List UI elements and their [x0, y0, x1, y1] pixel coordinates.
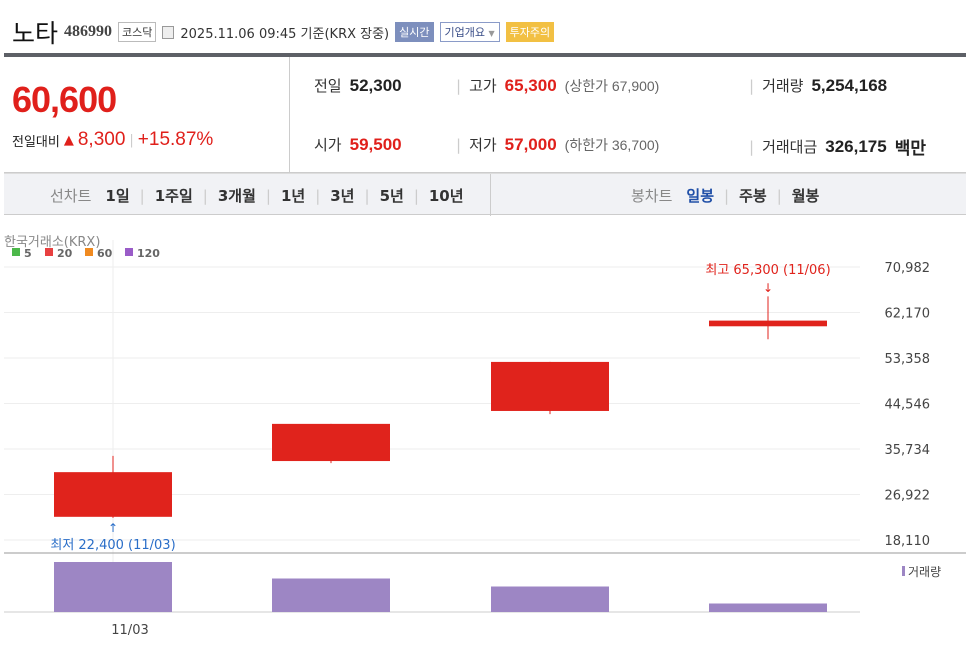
volume-bar: [709, 603, 827, 612]
tab-line-6[interactable]: 10년: [429, 185, 464, 206]
legend-swatch: [12, 248, 20, 256]
y-tick-label: 53,358: [885, 352, 931, 367]
y-tick-label: 18,110: [885, 534, 931, 549]
open-label: 시가: [314, 136, 342, 154]
max-arrow-icon: ↓: [763, 281, 773, 295]
tab-line-4[interactable]: 3년: [330, 185, 354, 206]
min-arrow-icon: ↑: [108, 521, 118, 535]
y-tick-label: 70,982: [885, 261, 931, 276]
tab-candle-1[interactable]: 주봉: [739, 185, 767, 206]
upper-limit: (상한가 67,900): [564, 77, 660, 94]
company-label: 기업개요: [444, 26, 485, 39]
min-price-label: 최저 22,400 (11/03): [50, 538, 175, 553]
prev-value: 52,300: [349, 75, 402, 95]
source-label: 한국거래소(KRX): [4, 235, 100, 250]
volume-bar: [54, 562, 172, 612]
company-overview-dropdown[interactable]: 기업개요 ▼: [439, 22, 500, 42]
volume-bar: [491, 586, 609, 612]
legend-swatch: [125, 248, 133, 256]
volume-legend-swatch: [902, 566, 905, 576]
amount-label: 거래대금: [762, 138, 818, 156]
tab-line-1[interactable]: 1주일: [155, 185, 193, 206]
stock-header: 노타 486990 코스닥 2025.11.06 09:45 기준(KRX 장중…: [12, 14, 555, 50]
datetime: 2025.11.06 09:45 기준(KRX 장중): [180, 26, 390, 42]
high-label: 고가: [469, 77, 497, 95]
legend-swatch: [45, 248, 53, 256]
realtime-button[interactable]: 실시간: [395, 22, 434, 42]
legend-label: 20: [57, 247, 73, 260]
quote-panel: 60,600 전일대비 ▲ 8,300 | +15.87% 전일 52,300 시가 59,…: [4, 53, 966, 173]
candle-body: [709, 320, 827, 327]
open-value: 59,500: [349, 134, 402, 154]
tab-line-3[interactable]: 1년: [281, 185, 305, 206]
stock-name: 노타: [12, 19, 59, 48]
candle-chart-label: 봉차트: [631, 187, 673, 205]
change-pct: +15.87%: [137, 129, 214, 150]
tab-line-2[interactable]: 3개월: [218, 185, 256, 206]
chevron-down-icon: ▼: [488, 29, 495, 38]
legend-label: 60: [97, 247, 113, 260]
legend-label: 120: [137, 247, 160, 260]
low-value: 57,000: [504, 134, 557, 154]
volume-bar: [272, 578, 390, 612]
y-tick-label: 44,546: [885, 398, 931, 413]
y-tick-label: 26,922: [885, 489, 931, 504]
y-tick-label: 35,734: [885, 443, 931, 458]
x-tick-label: 11/03: [111, 623, 148, 638]
low-label: 저가: [469, 136, 497, 154]
tab-line-0[interactable]: 1일: [105, 185, 129, 206]
lower-limit: (하한가 36,700): [564, 136, 660, 153]
amount-unit: 백만: [894, 139, 926, 158]
tab-candle-2[interactable]: 월봉: [792, 185, 820, 206]
volume-legend-label: 거래량: [908, 565, 941, 579]
legend-label: 5: [24, 247, 32, 260]
chart-tabs: 선차트 1일 | 1주일 | 3개월 | 1년 | 3년 | 5년 | 10년 봉차트 일봉 | 주봉 | 월봉: [4, 173, 966, 216]
tab-line-5[interactable]: 5년: [380, 185, 404, 206]
change-label: 전일대비: [12, 134, 60, 150]
prev-label: 전일: [314, 77, 342, 95]
volume-value: 5,254,168: [811, 75, 888, 95]
market-badge: 코스닥: [118, 22, 157, 42]
current-price: 60,600: [12, 79, 117, 120]
line-chart-label: 선차트: [50, 187, 92, 205]
investment-warning-badge: 투자주의: [505, 22, 555, 42]
stock-code: 486990: [64, 23, 113, 40]
up-triangle-icon: ▲: [63, 132, 74, 148]
legend-swatch: [85, 248, 93, 256]
candle-body: [54, 472, 172, 517]
calendar-icon: [162, 25, 175, 39]
max-price-label: 최고 65,300 (11/06): [705, 263, 830, 278]
y-tick-label: 62,170: [885, 307, 931, 322]
candle-body: [272, 423, 390, 462]
amount-value: 326,175: [825, 136, 887, 156]
high-value: 65,300: [504, 75, 557, 95]
tab-candle-0[interactable]: 일봉: [686, 185, 714, 206]
volume-label: 거래량: [762, 77, 804, 95]
candle-body: [491, 361, 609, 411]
change-value: 8,300: [77, 129, 126, 150]
